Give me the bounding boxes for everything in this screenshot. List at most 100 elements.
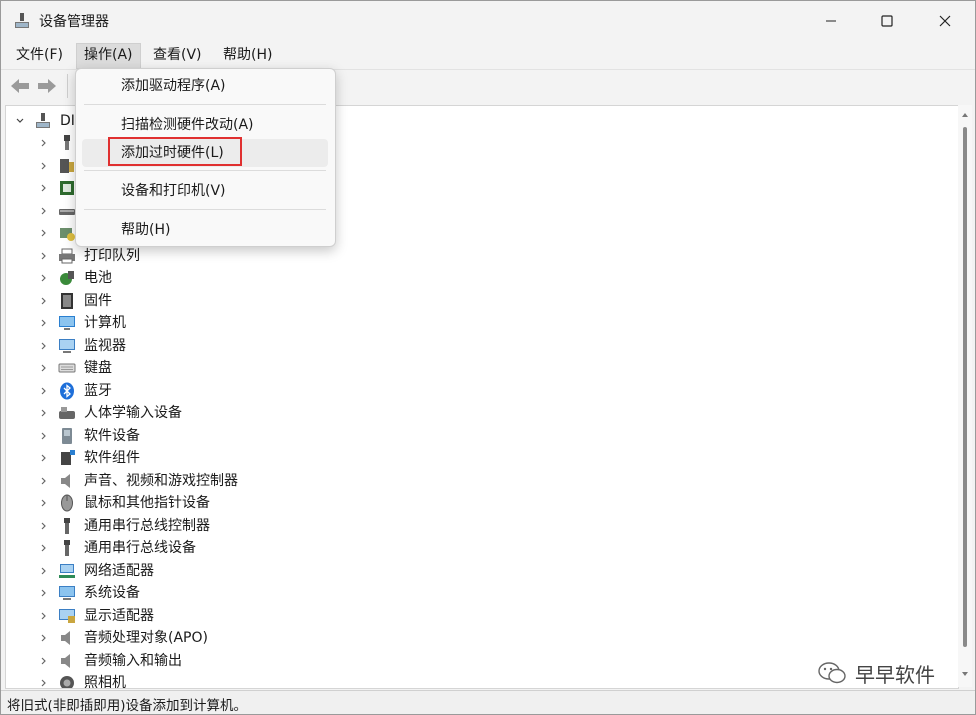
chevron-right-icon[interactable] <box>39 498 49 508</box>
monitor-icon <box>59 338 75 353</box>
tree-node[interactable]: 显示适配器 <box>6 605 946 627</box>
tree-node-label: 软件组件 <box>84 450 140 466</box>
minimize-button[interactable] <box>803 1 859 41</box>
chevron-right-icon[interactable] <box>39 476 49 486</box>
usb-icon <box>64 517 70 534</box>
tree-node[interactable]: 通用串行总线设备 <box>6 537 946 559</box>
network-icon <box>59 563 75 578</box>
computer-icon <box>59 316 75 330</box>
computer-root-icon <box>36 113 50 128</box>
tree-node-label: 系统设备 <box>84 585 140 601</box>
device-manager-window: 设备管理器 文件(F) 操作(A) 查看(V) 帮助(H) DI 打印队列 电池… <box>0 0 976 715</box>
device-manager-app-icon <box>15 13 29 28</box>
forward-arrow-icon[interactable] <box>36 76 58 96</box>
vertical-scrollbar[interactable] <box>958 105 972 687</box>
chevron-right-icon[interactable] <box>39 341 49 351</box>
chevron-right-icon[interactable] <box>39 656 49 666</box>
tree-node[interactable]: 键盘 <box>6 357 946 379</box>
tree-node[interactable]: 打印队列 <box>6 245 946 267</box>
back-arrow-icon[interactable] <box>9 76 31 96</box>
processor-icon <box>60 181 74 195</box>
usb-plug-icon <box>64 135 70 150</box>
disk-drive-icon <box>59 208 75 215</box>
display-adapter-icon <box>59 608 75 623</box>
chevron-right-icon[interactable] <box>39 408 49 418</box>
chevron-right-icon[interactable] <box>39 183 49 193</box>
chevron-right-icon[interactable] <box>39 543 49 553</box>
scroll-up-icon[interactable] <box>961 111 969 119</box>
tree-node[interactable]: 软件组件 <box>6 447 946 469</box>
speaker-icon <box>61 631 70 645</box>
tree-root-label: DI <box>60 113 75 129</box>
tree-node-label: 计算机 <box>84 315 126 331</box>
bluetooth-icon <box>60 382 74 399</box>
tree-node[interactable]: 鼠标和其他指针设备 <box>6 492 946 514</box>
tree-node[interactable]: 软件设备 <box>6 425 946 447</box>
tree-node[interactable]: 人体学输入设备 <box>6 402 946 424</box>
menu-scan-hardware[interactable]: 扫描检测硬件改动(A) <box>82 111 328 139</box>
status-text: 将旧式(非即插即用)设备添加到计算机。 <box>7 698 248 714</box>
hid-icon <box>59 407 75 419</box>
tree-node-label: 照相机 <box>84 675 126 689</box>
tree-node[interactable]: 固件 <box>6 290 946 312</box>
chevron-right-icon[interactable] <box>39 453 49 463</box>
tree-node-label: 固件 <box>84 292 112 309</box>
chevron-right-icon[interactable] <box>39 206 49 216</box>
keyboard-icon <box>58 363 76 373</box>
menu-action[interactable]: 操作(A) <box>76 43 141 69</box>
menu-add-driver[interactable]: 添加驱动程序(A) <box>82 72 328 100</box>
menu-file[interactable]: 文件(F) <box>9 43 70 67</box>
chevron-right-icon[interactable] <box>39 251 49 261</box>
menu-separator <box>84 209 326 210</box>
chevron-right-icon[interactable] <box>39 296 49 306</box>
tree-node[interactable]: 监视器 <box>6 335 946 357</box>
chevron-right-icon[interactable] <box>39 566 49 576</box>
tree-node[interactable]: 音频处理对象(APO) <box>6 627 946 649</box>
chevron-right-icon[interactable] <box>39 386 49 396</box>
battery-icon <box>60 271 74 285</box>
chevron-right-icon[interactable] <box>39 611 49 621</box>
status-bar: 将旧式(非即插即用)设备添加到计算机。 <box>1 690 975 714</box>
tree-node[interactable]: 照相机 <box>6 672 946 689</box>
tree-node[interactable]: 音频输入和输出 <box>6 650 946 672</box>
camera-icon <box>60 676 74 688</box>
menu-help-item[interactable]: 帮助(H) <box>82 216 328 244</box>
chevron-right-icon[interactable] <box>39 318 49 328</box>
window-title: 设备管理器 <box>39 14 109 30</box>
maximize-icon <box>881 15 893 27</box>
menu-view[interactable]: 查看(V) <box>146 43 209 67</box>
menu-devices-printers[interactable]: 设备和打印机(V) <box>82 177 328 205</box>
tree-node[interactable]: 通用串行总线控制器 <box>6 515 946 537</box>
chevron-right-icon[interactable] <box>39 363 49 373</box>
chevron-right-icon[interactable] <box>39 138 49 148</box>
usb-icon <box>64 540 70 556</box>
scroll-down-icon[interactable] <box>961 670 969 678</box>
chevron-right-icon[interactable] <box>39 431 49 441</box>
maximize-button[interactable] <box>859 1 915 41</box>
tree-node[interactable]: 网络适配器 <box>6 560 946 582</box>
scrollbar-thumb[interactable] <box>963 127 967 647</box>
menu-help[interactable]: 帮助(H) <box>216 43 279 67</box>
chevron-right-icon[interactable] <box>39 678 49 688</box>
tree-node[interactable]: 声音、视频和游戏控制器 <box>6 470 946 492</box>
tree-node[interactable]: 计算机 <box>6 312 946 334</box>
chevron-right-icon[interactable] <box>39 588 49 598</box>
tree-node-label: 音频输入和输出 <box>84 652 182 669</box>
chevron-down-icon[interactable] <box>15 116 25 126</box>
tree-node-label: 电池 <box>84 270 112 286</box>
storage-controller-icon <box>60 228 75 241</box>
chevron-right-icon[interactable] <box>39 161 49 171</box>
usb-controller-icon <box>60 158 74 173</box>
tree-node[interactable]: 系统设备 <box>6 582 946 604</box>
chevron-right-icon[interactable] <box>39 633 49 643</box>
chevron-right-icon[interactable] <box>39 273 49 283</box>
close-button[interactable] <box>917 1 973 41</box>
tree-node[interactable]: 电池 <box>6 267 946 289</box>
chevron-right-icon[interactable] <box>39 521 49 531</box>
chevron-right-icon[interactable] <box>39 228 49 238</box>
tree-node-label: 音频处理对象(APO) <box>84 630 208 646</box>
tree-node[interactable]: 蓝牙 <box>6 380 946 402</box>
software-component-icon <box>61 450 75 465</box>
speaker-icon <box>61 473 70 488</box>
speaker-icon <box>61 653 70 668</box>
